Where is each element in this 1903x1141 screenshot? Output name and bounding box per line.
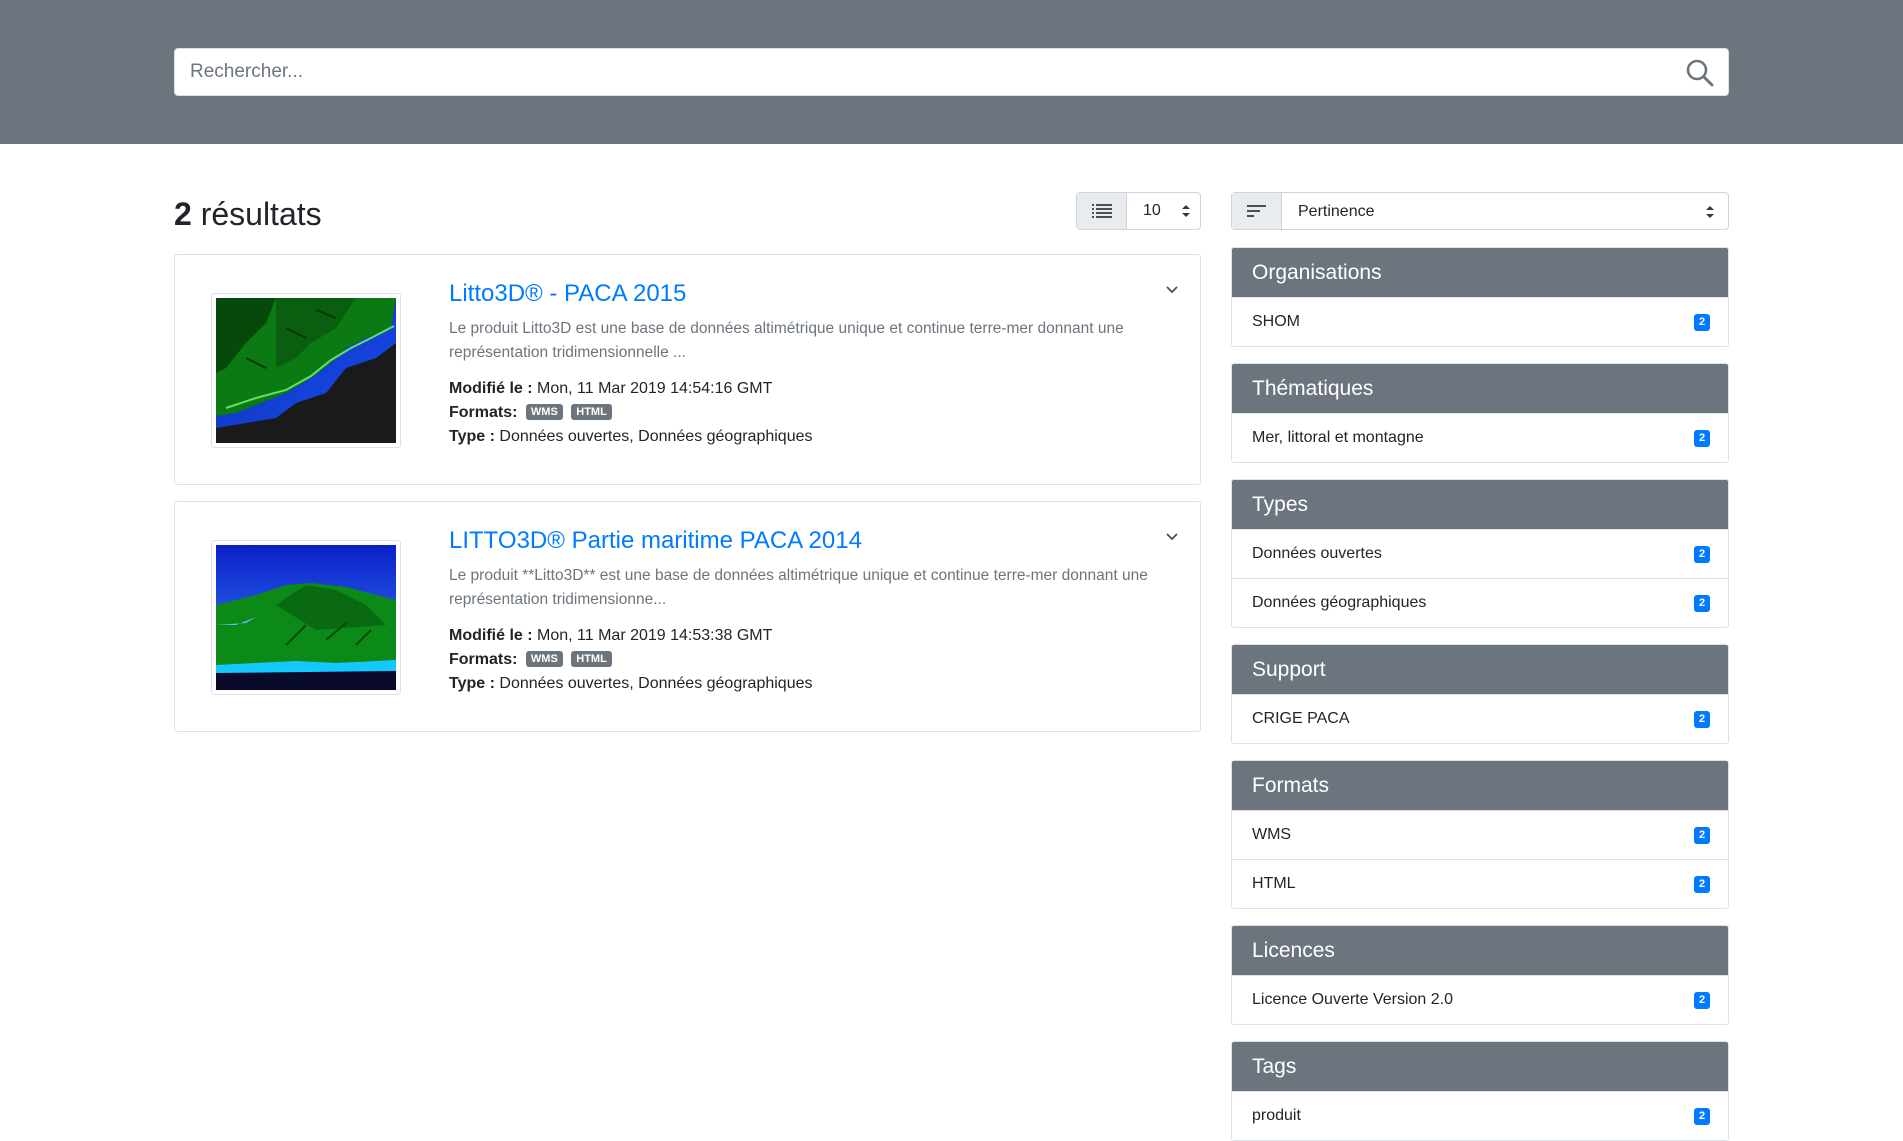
facet-item-label: Mer, littoral et montagne [1252, 429, 1424, 446]
dataset-title-link[interactable]: LITTO3D® Partie maritime PACA 2014 [449, 524, 862, 558]
facet-item-label: WMS [1252, 826, 1292, 843]
facet-title: Thématiques [1232, 364, 1728, 413]
facet-item[interactable]: Données géographiques 2 [1232, 578, 1728, 627]
results-heading: 2 résultats [174, 192, 322, 236]
facet-count-badge: 2 [1694, 595, 1710, 612]
facet-count-badge: 2 [1694, 992, 1710, 1009]
facet-count-badge: 2 [1694, 876, 1710, 893]
facet-item[interactable]: Mer, littoral et montagne 2 [1232, 413, 1728, 462]
chevron-down-icon[interactable] [1164, 281, 1180, 297]
formats-row: Formats: WMS HTML [449, 648, 612, 672]
search-box [174, 48, 1729, 96]
per-page-value-wrap[interactable]: 10 [1127, 193, 1200, 229]
format-badge: WMS [525, 404, 563, 420]
facet-item[interactable]: Données ouvertes 2 [1232, 529, 1728, 578]
facet-item-label: Licence Ouverte Version 2.0 [1252, 991, 1454, 1008]
facet-item[interactable]: produit 2 [1232, 1091, 1728, 1140]
results-label: résultats [200, 196, 322, 232]
facet-title: Support [1232, 645, 1728, 694]
dataset-card: LITTO3D® Partie maritime PACA 2014 Le pr… [174, 501, 1201, 732]
sort-value: Pertinence [1298, 203, 1375, 220]
sort-select[interactable]: Pertinence [1231, 192, 1729, 230]
facet-count-badge: 2 [1694, 430, 1710, 447]
facet-thematiques: Thématiques Mer, littoral et montagne 2 [1231, 363, 1729, 463]
sort-value-wrap[interactable]: Pertinence [1282, 193, 1728, 229]
type-value: Données ouvertes, Données géographiques [499, 428, 813, 445]
dataset-description: Le produit Litto3D est une base de donné… [449, 320, 1124, 361]
search-button[interactable] [1682, 55, 1718, 91]
facet-item-label: produit [1252, 1107, 1301, 1124]
dataset-description: Le produit **Litto3D** est une base de d… [449, 567, 1148, 608]
facet-item-label: Données ouvertes [1252, 545, 1382, 562]
dataset-thumbnail[interactable] [211, 540, 401, 695]
facet-item-label: HTML [1252, 875, 1296, 892]
list-icon [1091, 204, 1112, 218]
per-page-value: 10 [1143, 202, 1161, 219]
formats-row: Formats: WMS HTML [449, 401, 612, 425]
sort-icon [1246, 205, 1266, 217]
dataset-title-link[interactable]: Litto3D® - PACA 2015 [449, 277, 686, 311]
chevron-down-icon[interactable] [1164, 528, 1180, 544]
modified-date: Mon, 11 Mar 2019 14:54:16 GMT [537, 380, 773, 397]
type-value: Données ouvertes, Données géographiques [499, 675, 813, 692]
facet-count-badge: 2 [1694, 314, 1710, 331]
facet-title: Organisations [1232, 248, 1728, 297]
facet-item[interactable]: WMS 2 [1232, 810, 1728, 859]
facet-count-badge: 2 [1694, 1108, 1710, 1125]
formats-label: Formats: [449, 404, 518, 421]
facet-tags: Tags produit 2 [1231, 1041, 1729, 1141]
facet-title: Formats [1232, 761, 1728, 810]
select-caret-icon [1182, 205, 1190, 217]
facet-count-badge: 2 [1694, 546, 1710, 563]
dataset-thumbnail[interactable] [211, 293, 401, 448]
terrain-image [216, 545, 396, 690]
facet-title: Licences [1232, 926, 1728, 975]
format-badge: WMS [525, 651, 563, 667]
per-page-select[interactable]: 10 [1076, 192, 1201, 230]
facet-item[interactable]: SHOM 2 [1232, 297, 1728, 346]
facet-title: Tags [1232, 1042, 1728, 1091]
results-count: 2 [174, 196, 192, 232]
facet-item[interactable]: Licence Ouverte Version 2.0 2 [1232, 975, 1728, 1024]
facet-item[interactable]: CRIGE PACA 2 [1232, 694, 1728, 743]
list-addon [1077, 193, 1127, 229]
modified-row: Modifié le : Mon, 11 Mar 2019 14:53:38 G… [449, 624, 772, 648]
modified-row: Modifié le : Mon, 11 Mar 2019 14:54:16 G… [449, 377, 772, 401]
facet-item-label: SHOM [1252, 313, 1300, 330]
type-row: Type : Données ouvertes, Données géograp… [449, 672, 813, 696]
facet-formats: Formats WMS 2 HTML 2 [1231, 760, 1729, 909]
sort-addon [1232, 193, 1282, 229]
type-row: Type : Données ouvertes, Données géograp… [449, 425, 813, 449]
type-label: Type : [449, 675, 495, 692]
modified-label: Modifié le : [449, 627, 533, 644]
terrain-image [216, 298, 396, 443]
search-input[interactable] [175, 49, 1655, 95]
dataset-card: Litto3D® - PACA 2015 Le produit Litto3D … [174, 254, 1201, 485]
select-caret-icon [1706, 206, 1714, 218]
facet-count-badge: 2 [1694, 711, 1710, 728]
header-bar [0, 0, 1903, 144]
modified-date: Mon, 11 Mar 2019 14:53:38 GMT [537, 627, 773, 644]
format-badge: HTML [571, 404, 612, 420]
facet-licences: Licences Licence Ouverte Version 2.0 2 [1231, 925, 1729, 1025]
facet-types: Types Données ouvertes 2 Données géograp… [1231, 479, 1729, 628]
type-label: Type : [449, 428, 495, 445]
facet-organisations: Organisations SHOM 2 [1231, 247, 1729, 347]
search-icon [1686, 59, 1714, 87]
modified-label: Modifié le : [449, 380, 533, 397]
facet-item[interactable]: HTML 2 [1232, 859, 1728, 908]
formats-label: Formats: [449, 651, 518, 668]
facet-count-badge: 2 [1694, 827, 1710, 844]
facet-item-label: Données géographiques [1252, 594, 1427, 611]
facet-item-label: CRIGE PACA [1252, 710, 1350, 727]
format-badge: HTML [571, 651, 612, 667]
facet-support: Support CRIGE PACA 2 [1231, 644, 1729, 744]
facet-title: Types [1232, 480, 1728, 529]
